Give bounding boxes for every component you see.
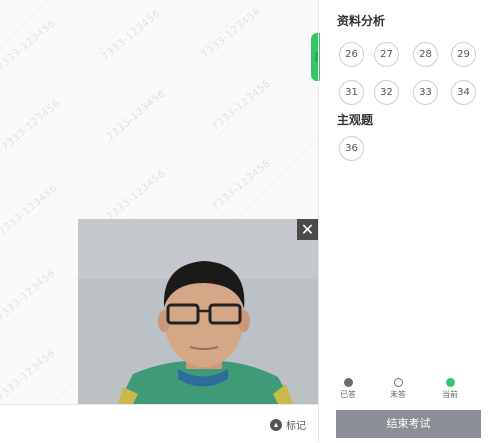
section-title: 主观题 <box>337 113 374 127</box>
question-button[interactable]: 29 <box>451 42 476 67</box>
question-button[interactable]: 27 <box>374 42 399 67</box>
legend-current: 当前 <box>442 378 458 400</box>
watermark: 7333-123456 <box>0 97 63 154</box>
legend-label: 已答 <box>340 390 356 399</box>
mark-button[interactable]: 标记 <box>270 417 306 432</box>
question-button[interactable]: 26 <box>339 42 364 67</box>
legend-label: 未答 <box>390 390 406 399</box>
watermark: 7333-123456 <box>0 17 58 74</box>
question-button[interactable]: 32 <box>374 80 399 105</box>
mark-label: 标记 <box>286 421 306 432</box>
watermark: 7333-123456 <box>104 167 168 224</box>
vertical-divider <box>318 0 319 442</box>
question-button[interactable]: 36 <box>339 136 364 161</box>
unanswered-dot <box>393 378 403 387</box>
bottom-bar: 标记 <box>0 404 318 443</box>
legend-answered: 已答 <box>340 378 356 400</box>
webcam-image <box>78 219 318 404</box>
close-video-button[interactable]: ✕ <box>297 219 318 240</box>
answered-dot <box>343 378 353 387</box>
question-button[interactable]: 31 <box>339 80 364 105</box>
watermark: 7333-123456 <box>209 77 273 134</box>
webcam-video: ✕ <box>78 219 318 404</box>
watermark: 7333-123456 <box>199 5 263 62</box>
watermark: 7333-123456 <box>99 7 163 64</box>
bookmark-icon <box>270 418 282 431</box>
end-exam-button[interactable]: 结束考试 <box>336 410 481 438</box>
section-title: 资料分析 <box>337 14 386 28</box>
watermark: 7333-123456 <box>104 87 168 144</box>
current-dot <box>445 378 455 387</box>
watermark: 7333-123456 <box>0 267 58 324</box>
question-button[interactable]: 34 <box>451 80 476 105</box>
question-button[interactable]: 28 <box>413 42 438 67</box>
watermark: 7333-123456 <box>0 347 58 404</box>
watermark: 7333-123456 <box>209 157 273 214</box>
legend-label: 当前 <box>442 390 458 399</box>
question-button[interactable]: 33 <box>413 80 438 105</box>
watermark: 7333-123456 <box>0 182 60 239</box>
legend-unanswered: 未答 <box>390 378 406 400</box>
